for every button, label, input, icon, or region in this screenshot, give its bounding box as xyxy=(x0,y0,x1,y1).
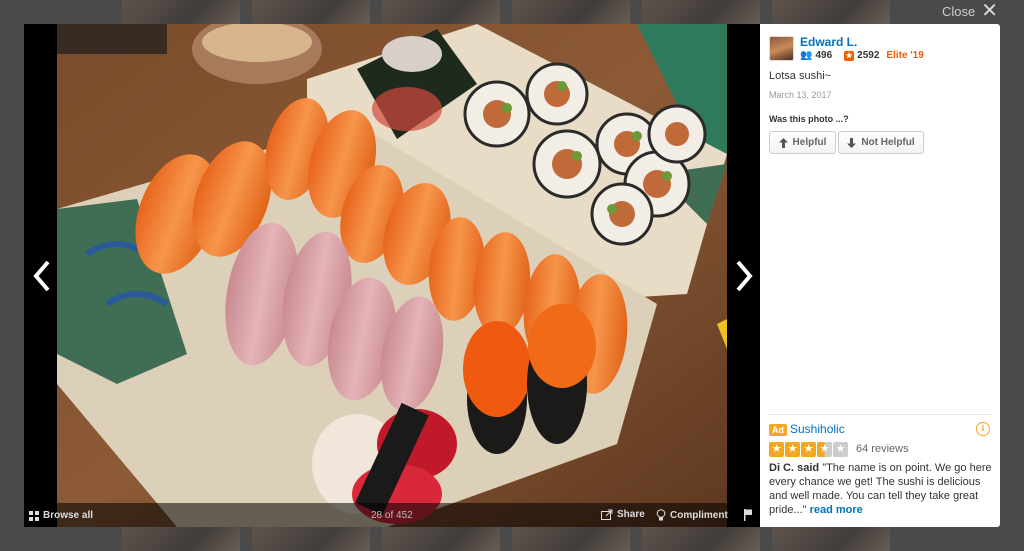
star-empty-icon: ★ xyxy=(833,442,848,457)
photo-details-sidebar: Edward L. 👥 496 ★ 2592 Elite '19 Lotsa s… xyxy=(760,24,1000,527)
thumbnail[interactable] xyxy=(252,0,370,24)
review-count: 2592 xyxy=(857,50,880,61)
thumbnail-strip-bottom xyxy=(0,527,1024,551)
grid-icon xyxy=(29,510,39,521)
read-more-link[interactable]: read more xyxy=(810,504,863,516)
share-icon xyxy=(601,509,613,520)
ad-reviewer: Di C. said xyxy=(769,462,820,474)
previous-photo-button[interactable] xyxy=(28,256,58,296)
share-button[interactable]: Share xyxy=(601,509,645,520)
thumbnail[interactable] xyxy=(642,0,760,24)
close-label: Close xyxy=(941,3,976,19)
compliment-label: Compliment xyxy=(670,509,728,521)
thumbnail[interactable] xyxy=(122,0,240,24)
user-name-link[interactable]: Edward L. xyxy=(800,35,857,49)
photo-viewer: Browse all 28 of 452 Share Compliment xyxy=(24,24,760,527)
close-icon: ✕ xyxy=(981,0,998,22)
photo-date: March 13, 2017 xyxy=(769,90,832,100)
star-half-icon: ★ xyxy=(817,442,832,457)
share-label: Share xyxy=(617,509,645,520)
not-helpful-button[interactable]: Not Helpful xyxy=(838,131,924,154)
thumbnail[interactable] xyxy=(512,0,630,24)
star-rating: ★ ★ ★ ★ ★ xyxy=(769,442,848,457)
star-icon: ★ xyxy=(801,442,816,457)
viewer-toolbar: Browse all 28 of 452 Share Compliment xyxy=(24,503,760,527)
helpful-label: Helpful xyxy=(792,137,827,148)
arrow-down-icon xyxy=(847,137,857,148)
not-helpful-label: Not Helpful xyxy=(861,137,915,148)
info-icon[interactable]: i xyxy=(976,422,990,436)
helpful-prompt: Was this photo ...? xyxy=(769,114,849,124)
lightbulb-icon xyxy=(656,509,666,521)
thumbnail[interactable] xyxy=(772,0,890,24)
thumbnail[interactable] xyxy=(772,527,890,551)
next-photo-button[interactable] xyxy=(728,256,758,296)
flag-icon xyxy=(744,509,752,521)
report-button[interactable] xyxy=(743,509,753,524)
star-icon: ★ xyxy=(769,442,784,457)
compliment-button[interactable]: Compliment xyxy=(656,509,728,521)
elite-badge[interactable]: Elite '19 xyxy=(886,50,923,61)
thumbnail-strip-top xyxy=(0,0,1024,24)
thumbnail[interactable] xyxy=(122,527,240,551)
friend-count: 496 xyxy=(815,50,833,61)
review-icon: ★ xyxy=(844,50,855,61)
browse-all-button[interactable]: Browse all xyxy=(29,510,93,521)
browse-all-label: Browse all xyxy=(43,510,94,521)
star-icon: ★ xyxy=(785,442,800,457)
helpful-button[interactable]: Helpful xyxy=(769,131,836,154)
sushi-photo xyxy=(57,24,727,527)
ad-badge: Ad xyxy=(769,424,787,436)
chevron-left-icon xyxy=(33,260,50,292)
user-stats: 👥 496 ★ 2592 Elite '19 xyxy=(800,50,924,61)
thumbnail[interactable] xyxy=(512,527,630,551)
divider xyxy=(769,414,991,415)
friends-icon: 👥 xyxy=(800,50,813,61)
arrow-up-icon xyxy=(778,137,788,148)
thumbnail[interactable] xyxy=(382,527,500,551)
chevron-right-icon xyxy=(736,260,753,292)
photo-counter: 28 of 452 xyxy=(371,510,413,521)
ad-review-snippet: Di C. said "The name is on point. We go … xyxy=(769,461,994,517)
photo-caption: Lotsa sushi~ xyxy=(769,70,832,82)
close-button[interactable]: Close ✕ xyxy=(941,0,998,22)
thumbnail[interactable] xyxy=(252,527,370,551)
user-avatar[interactable] xyxy=(769,36,794,61)
ad-review-count: 64 reviews xyxy=(856,443,909,455)
thumbnail[interactable] xyxy=(642,527,760,551)
thumbnail[interactable] xyxy=(382,0,500,24)
ad-business-name[interactable]: Sushiholic xyxy=(790,422,845,436)
